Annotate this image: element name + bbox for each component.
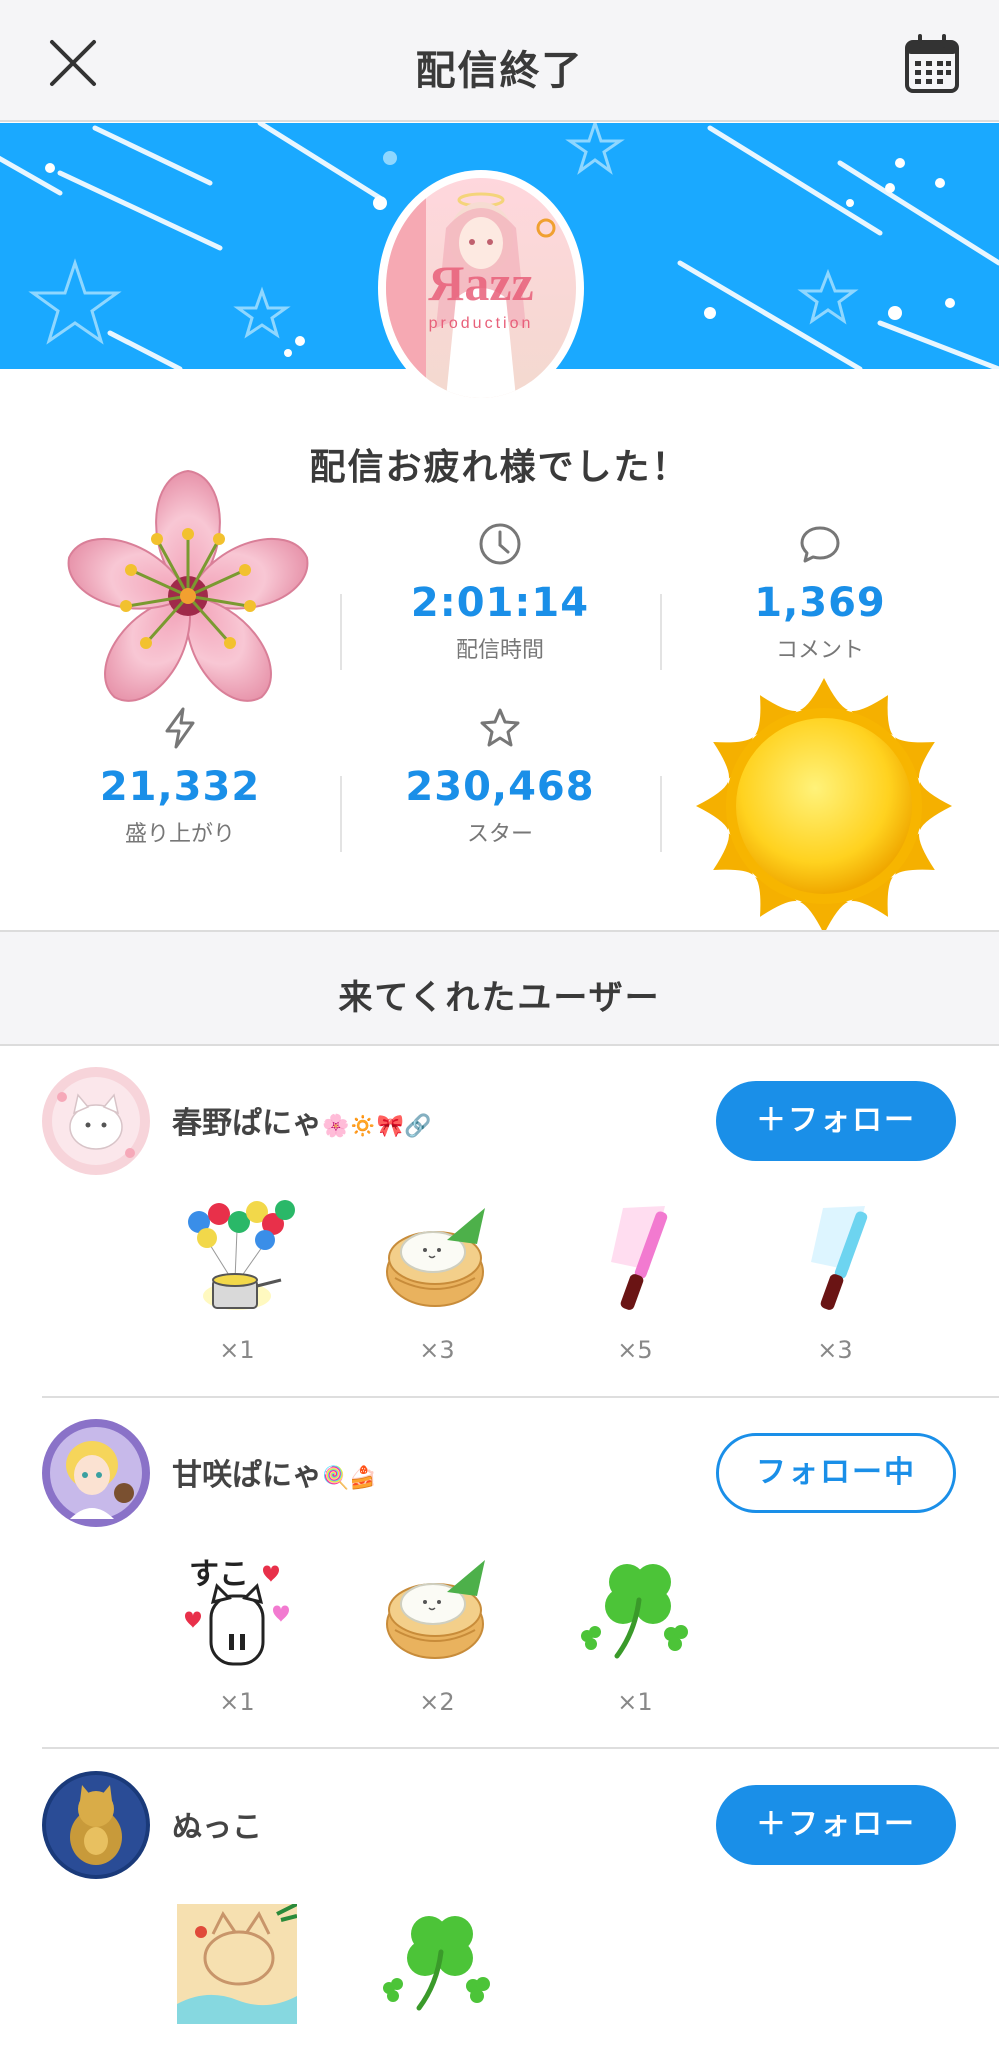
stat-value: 1,369 xyxy=(754,580,886,626)
follow-button[interactable]: ＋フォロー xyxy=(716,1785,956,1865)
stat-stars: 230,468 スター xyxy=(340,706,660,848)
user-name-text: 甘咲ぱにゃ xyxy=(172,1458,322,1493)
avatar-logo-text: Яazz xyxy=(428,255,534,311)
row-divider xyxy=(42,1396,999,1398)
star-icon xyxy=(480,708,520,747)
user-name[interactable]: 春野ぱにゃ🌸🔅🎀🔗 xyxy=(172,1098,432,1142)
streamer-avatar: Яazz production xyxy=(378,170,584,406)
gift-count: ×3 xyxy=(817,1336,853,1364)
lightning-icon xyxy=(165,707,195,749)
stat-label: 配信時間 xyxy=(455,638,544,663)
stat-comments: 1,369 コメント xyxy=(660,522,980,664)
sun-sticker-icon xyxy=(696,678,952,934)
user-name-text: ぬっこ xyxy=(172,1810,262,1845)
follow-button[interactable]: ＋フォロー xyxy=(716,1081,956,1161)
gift-item: ×1 xyxy=(570,1552,700,1716)
gift-item: すこ ×1 xyxy=(172,1552,302,1716)
user-name-emoji: 🍭🍰 xyxy=(322,1466,377,1491)
stat-value: 21,332 xyxy=(99,764,261,810)
user-name-text: 春野ぱにゃ xyxy=(172,1106,322,1141)
pink-penlight-gift-icon xyxy=(611,1206,668,1310)
cherry-blossom-sticker-icon xyxy=(67,469,309,702)
user-avatar[interactable] xyxy=(42,1771,150,1879)
following-button[interactable]: フォロー中 xyxy=(716,1433,956,1513)
gift-count: ×1 xyxy=(617,1688,653,1716)
row-divider xyxy=(42,1747,999,1749)
stat-value: 230,468 xyxy=(405,764,595,810)
blue-penlight-gift-icon xyxy=(811,1206,868,1310)
anime-avatar-image xyxy=(42,1419,150,1527)
user-avatar[interactable] xyxy=(42,1419,150,1527)
gift-item xyxy=(372,1904,502,2040)
balloon-pot-gift-icon xyxy=(188,1200,295,1310)
stat-label: スター xyxy=(466,822,533,847)
user-name[interactable]: 甘咲ぱにゃ🍭🍰 xyxy=(172,1450,377,1494)
cat-avatar-image xyxy=(42,1067,150,1175)
page-title: 配信終了 xyxy=(415,48,584,94)
user-name-emoji: 🌸🔅🎀🔗 xyxy=(322,1114,432,1139)
gift-item: ×5 xyxy=(570,1200,700,1364)
comment-icon xyxy=(800,526,840,563)
calendar-icon[interactable] xyxy=(904,34,960,94)
stat-label: 盛り上がり xyxy=(124,822,235,847)
steamed-bun-gift-icon xyxy=(386,1208,485,1307)
gift-count: ×2 xyxy=(419,1688,455,1716)
stat-stream-time: 2:01:14 配信時間 xyxy=(340,522,660,664)
user-name[interactable]: ぬっこ xyxy=(172,1802,262,1846)
gift-count: ×5 xyxy=(617,1336,653,1364)
user-avatar[interactable] xyxy=(42,1067,150,1175)
gift-item xyxy=(172,1904,302,2040)
streamer-avatar-image: Яazz production xyxy=(386,178,576,398)
visitors-section-header: 来てくれたユーザー xyxy=(0,930,999,1046)
steamed-bun-gift-icon xyxy=(386,1560,485,1659)
beach-cat-gift-icon xyxy=(177,1904,297,2024)
gift-item: ×2 xyxy=(372,1552,502,1716)
golden-cat-avatar-image xyxy=(42,1771,150,1879)
stat-label: コメント xyxy=(775,638,864,663)
section-title: 来てくれたユーザー xyxy=(338,978,661,1018)
gift-count: ×1 xyxy=(219,1336,255,1364)
stat-divider xyxy=(340,776,342,852)
gift-count: ×1 xyxy=(219,1688,255,1716)
clock-icon xyxy=(479,523,521,565)
stat-value: 2:01:14 xyxy=(410,580,590,626)
clover-gift-icon xyxy=(383,1916,490,2011)
avatar-logo-subtext: production xyxy=(429,315,534,332)
top-bar: 配信終了 xyxy=(0,0,999,122)
gift-item: ×3 xyxy=(770,1200,900,1364)
suki-cat-gift-icon: すこ xyxy=(185,1557,289,1666)
gift-item: ×3 xyxy=(372,1200,502,1364)
clover-gift-icon xyxy=(581,1564,688,1659)
stat-divider xyxy=(660,594,662,670)
stat-excitement: 21,332 盛り上がり xyxy=(20,706,340,848)
gift-count: ×3 xyxy=(419,1336,455,1364)
stat-divider xyxy=(660,776,662,852)
gift-item: ×1 xyxy=(172,1200,302,1364)
stat-divider xyxy=(340,594,342,670)
